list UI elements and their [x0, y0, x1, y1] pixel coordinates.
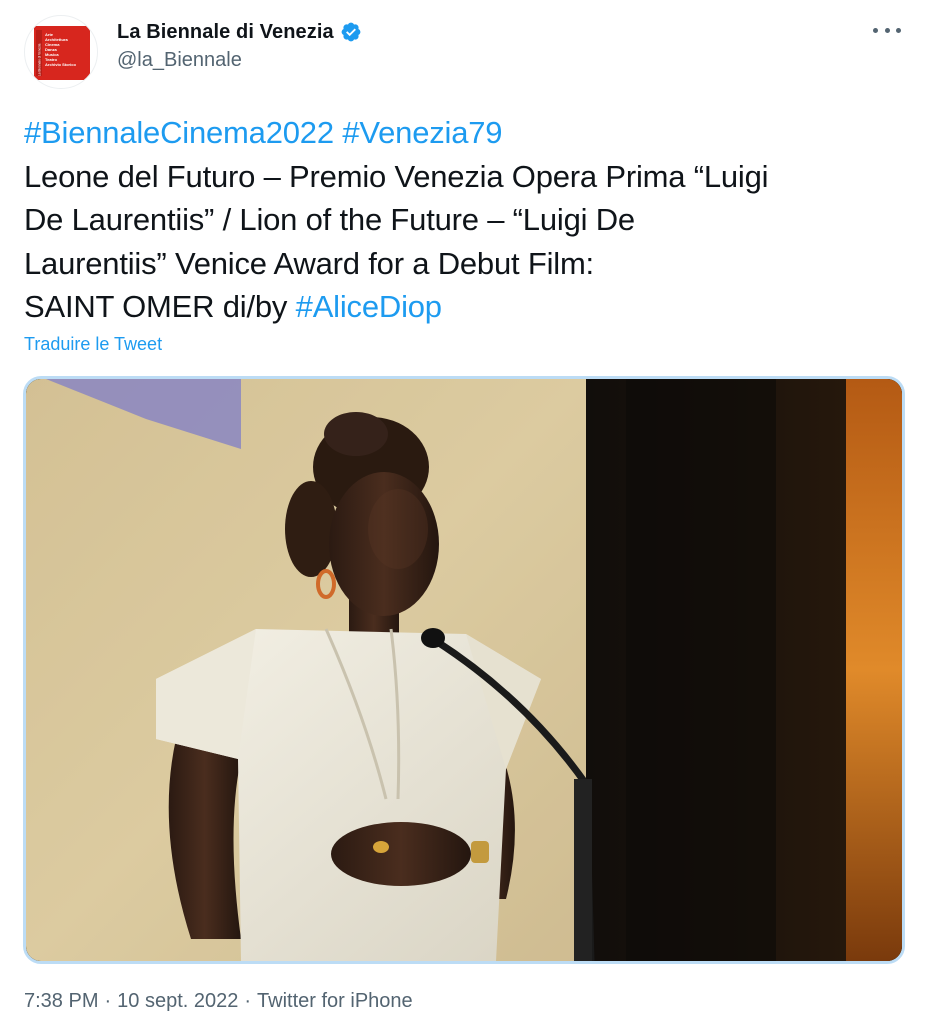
more-horizontal-icon	[896, 27, 901, 33]
more-horizontal-icon	[884, 27, 890, 33]
more-horizontal-icon	[873, 27, 878, 33]
tweet-time[interactable]: 7:38 PM	[24, 990, 98, 1012]
user-handle[interactable]: @la_Biennale	[117, 49, 362, 72]
display-name[interactable]: La Biennale di Venezia	[117, 21, 334, 44]
avatar-line: Archivio Storico	[45, 62, 76, 67]
tweet-card: Arte Architettura Cinema Danza Musica Te…	[0, 0, 928, 1031]
avatar[interactable]: Arte Architettura Cinema Danza Musica Te…	[24, 15, 98, 89]
tweet-text-line: De Laurentiis” / Lion of the Future – “L…	[24, 202, 635, 237]
tweet-text-line: SAINT OMER di/by #AliceDiop	[24, 285, 904, 329]
tweet-text-line: Laurentiis” Venice Award for a Debut Fil…	[24, 245, 594, 281]
tweet-photo[interactable]	[23, 376, 905, 964]
tweet-text: #BiennaleCinema2022 #Venezia79 Leone del…	[24, 111, 904, 329]
tweet-text-line: #BiennaleCinema2022 #Venezia79	[24, 111, 904, 155]
author-block: La Biennale di Venezia @la_Biennale	[117, 18, 362, 72]
hashtag-link[interactable]: #BiennaleCinema2022	[24, 115, 334, 150]
biennale-logo-icon: Arte Architettura Cinema Danza Musica Te…	[34, 26, 90, 80]
tweet-source[interactable]: Twitter for iPhone	[257, 990, 413, 1012]
tweet-date[interactable]: 10 sept. 2022	[117, 990, 238, 1012]
tweet-meta: 7:38 PM · 10 sept. 2022 · Twitter for iPhone	[24, 990, 413, 1013]
verified-badge-icon	[340, 21, 362, 43]
hashtag-link[interactable]: #Venezia79	[342, 115, 502, 150]
translate-tweet-link[interactable]: Traduire le Tweet	[24, 334, 162, 355]
meta-separator: ·	[104, 990, 112, 1012]
meta-separator: ·	[244, 990, 252, 1012]
hashtag-link[interactable]: #AliceDiop	[296, 289, 442, 324]
photo-illustration	[26, 379, 902, 961]
tweet-text-segment: SAINT OMER di/by	[24, 289, 296, 324]
more-options-button[interactable]	[873, 20, 901, 40]
avatar-vertical-text: La Biennale di Venezia	[38, 43, 42, 76]
tweet-text-line: Leone del Futuro – Premio Venezia Opera …	[24, 158, 769, 194]
